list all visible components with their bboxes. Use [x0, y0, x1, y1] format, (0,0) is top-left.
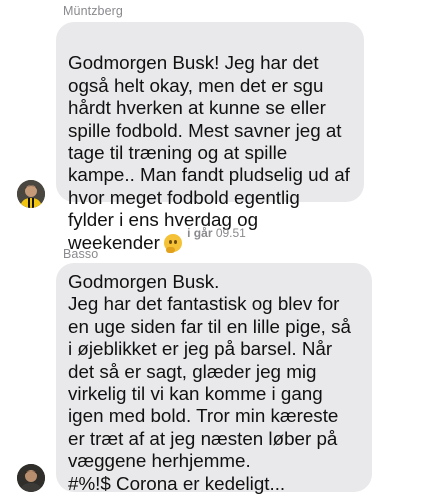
message-timestamp: i går 09.51 [0, 226, 433, 240]
sender-name: Müntzberg [63, 4, 123, 18]
timestamp-time: 09.51 [215, 226, 246, 240]
avatar[interactable] [17, 464, 45, 492]
message-text: Godmorgen Busk! Jeg har det også helt ok… [68, 52, 350, 253]
message-bubble[interactable]: Godmorgen Busk! Jeg har det også helt ok… [56, 22, 364, 253]
avatar[interactable] [17, 180, 45, 208]
message-bubble[interactable]: Godmorgen Busk. Jeg har det fantastisk o… [56, 263, 372, 494]
sender-name: Basso [63, 247, 99, 261]
timestamp-day: i går [187, 226, 213, 240]
